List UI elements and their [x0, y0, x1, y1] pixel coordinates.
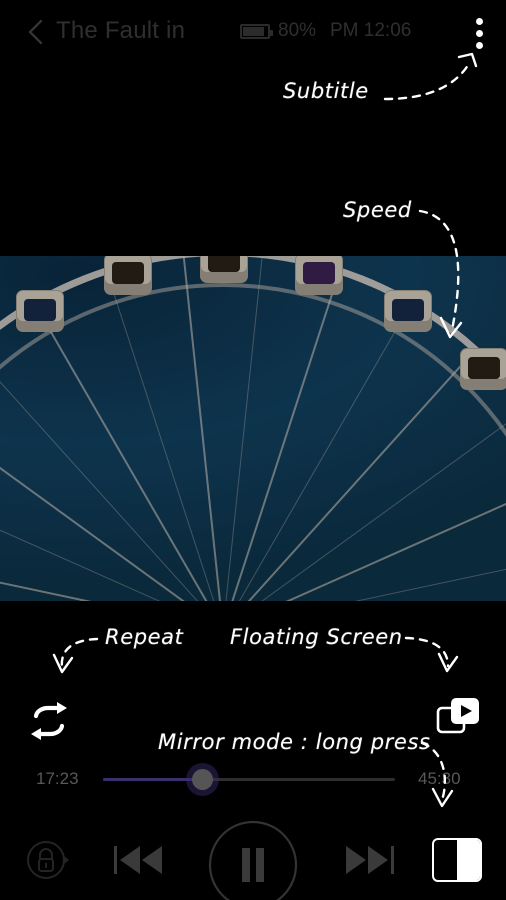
page-title: The Fault in — [56, 17, 186, 44]
seek-bar[interactable] — [103, 769, 395, 790]
annotation-floating-screen: Floating Screen — [230, 625, 403, 649]
pause-icon — [208, 820, 298, 900]
repeat-icon — [31, 702, 67, 740]
annotation-repeat: Repeat — [105, 625, 184, 649]
arrow-subtitle — [383, 60, 472, 101]
video-surface[interactable]: 1.0x — [0, 256, 506, 601]
repeat-button[interactable] — [24, 696, 74, 746]
mirror-filled-half — [457, 840, 480, 880]
title-bar: The Fault in 80% PM 12:06 — [0, 0, 506, 64]
seek-bar-fill — [103, 778, 203, 781]
video-player-screen: The Fault in 80% PM 12:06 17:23 45:30 Su… — [0, 0, 506, 900]
battery-icon — [240, 24, 273, 39]
previous-track-icon — [114, 846, 162, 874]
back-icon[interactable] — [26, 18, 46, 46]
next-track-icon — [346, 846, 394, 874]
dot — [475, 18, 483, 25]
lock-rotation-icon — [27, 841, 69, 879]
floating-screen-button[interactable] — [434, 692, 484, 742]
annotation-subtitle: Subtitle — [283, 79, 369, 103]
annotation-speed: Speed — [343, 198, 412, 222]
more-vertical-icon[interactable] — [471, 18, 487, 49]
mirror-mode-icon — [432, 838, 482, 882]
dot — [475, 42, 483, 49]
battery-fill — [243, 27, 264, 36]
chevron-left-glyph — [28, 19, 43, 45]
transport-controls — [0, 816, 506, 900]
lock-rotation-button[interactable] — [20, 834, 72, 886]
total-time: 45:30 — [418, 769, 461, 788]
annotation-mirror-mode: Mirror mode : long press — [158, 730, 431, 754]
status-clock: PM 12:06 — [330, 20, 412, 41]
previous-track-button[interactable] — [112, 838, 166, 882]
floating-screen-icon — [436, 698, 479, 734]
current-time: 17:23 — [36, 769, 79, 788]
dot — [475, 30, 483, 37]
mirror-mode-button[interactable] — [432, 838, 482, 882]
battery-percent: 80% — [278, 20, 317, 41]
play-pause-button[interactable] — [207, 819, 299, 900]
video-shade — [0, 256, 506, 601]
next-track-button[interactable] — [342, 838, 396, 882]
seek-bar-handle[interactable] — [192, 769, 214, 790]
